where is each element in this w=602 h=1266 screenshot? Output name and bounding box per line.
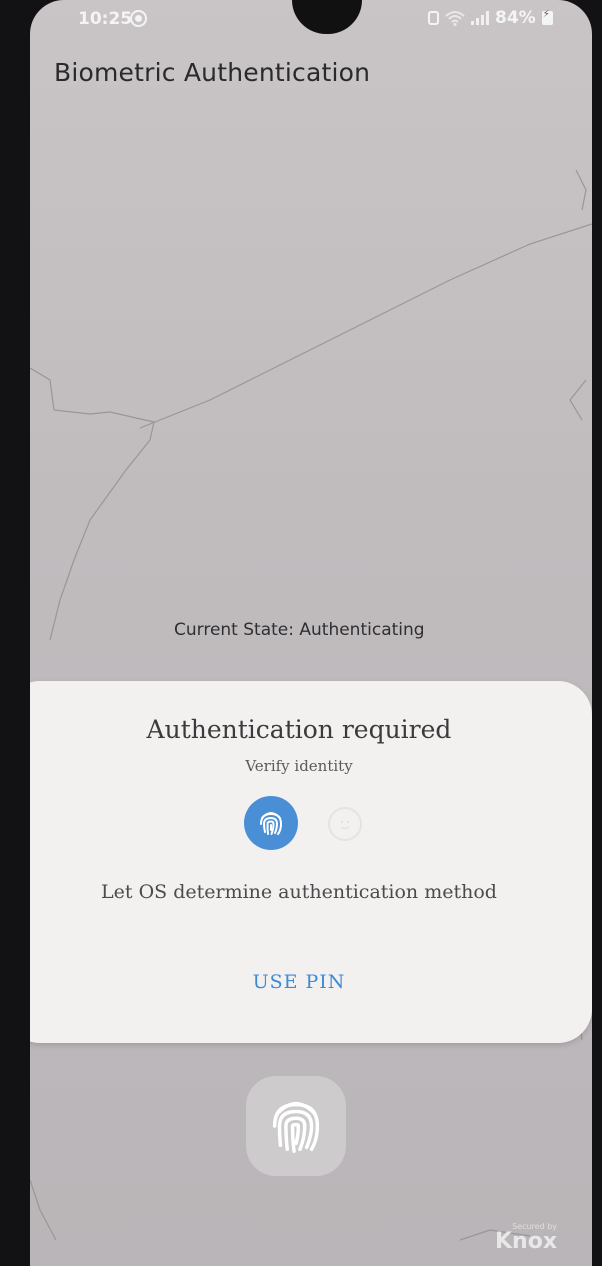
fingerprint-mode-button[interactable] xyxy=(244,796,298,850)
battery-charging-icon xyxy=(541,9,553,25)
fingerprint-icon xyxy=(272,1101,320,1153)
status-bar: 10:25 84% xyxy=(30,0,592,40)
fingerprint-sensor-area[interactable] xyxy=(246,1076,346,1176)
fingerprint-icon xyxy=(260,812,283,835)
screen: 10:25 84% Biometric Au xyxy=(30,0,592,1266)
knox-logo: Knox xyxy=(495,1229,558,1254)
face-icon xyxy=(340,820,350,830)
biometric-prompt-dialog: Authentication required Verify identity xyxy=(30,681,592,1043)
status-time: 10:25 xyxy=(78,9,133,29)
status-icons: 84% xyxy=(428,8,553,28)
dialog-subtitle: Verify identity xyxy=(245,757,353,775)
phone-frame: 10:25 84% Biometric Au xyxy=(0,0,602,1266)
wifi-icon xyxy=(445,10,465,26)
current-state-label: Current State: Authenticating xyxy=(174,620,425,640)
signal-icon xyxy=(471,11,489,25)
battery-percent: 84% xyxy=(495,8,536,28)
face-mode-button[interactable] xyxy=(328,807,362,841)
use-pin-button[interactable]: USE PIN xyxy=(30,971,592,993)
dialog-title: Authentication required xyxy=(146,715,452,744)
sync-icon xyxy=(130,10,147,27)
dialog-description: Let OS determine authentication method xyxy=(101,881,497,903)
power-saving-icon xyxy=(428,11,439,25)
app-title: Biometric Authentication xyxy=(54,58,371,87)
knox-badge: Secured by Knox xyxy=(495,1222,557,1253)
secured-by-label: Secured by xyxy=(512,1222,558,1231)
